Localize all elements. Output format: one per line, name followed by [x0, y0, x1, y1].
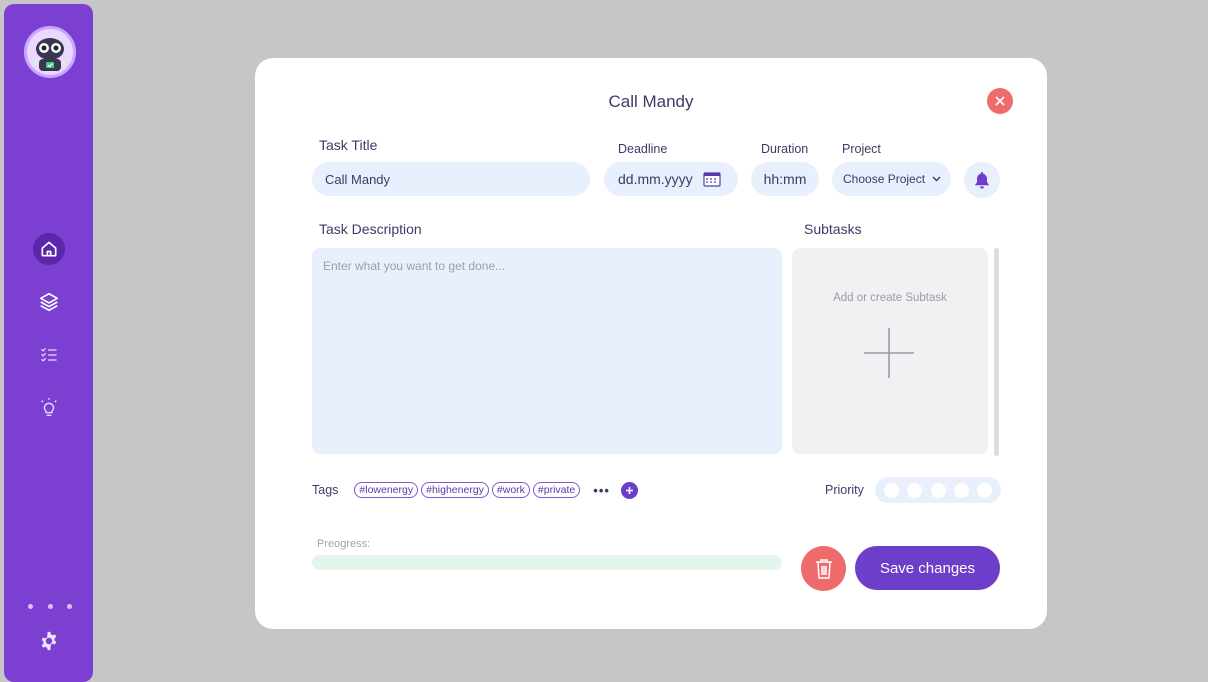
checklist-icon [41, 347, 57, 362]
sidebar-item-ideas[interactable] [33, 392, 65, 424]
add-subtask-area[interactable]: Add or create Subtask [792, 248, 988, 454]
delete-task-button[interactable] [801, 546, 846, 591]
more-tags-button[interactable]: ••• [593, 483, 610, 498]
task-edit-dialog: Call Mandy Task Title Deadline Duration … [255, 58, 1047, 629]
sidebar [4, 4, 93, 682]
priority-dot-5[interactable] [977, 482, 992, 498]
close-button[interactable] [987, 88, 1013, 114]
dialog-title: Call Mandy [608, 92, 694, 111]
subtasks-empty-text: Add or create Subtask [833, 292, 947, 304]
add-tag-button[interactable] [620, 481, 638, 499]
sidebar-item-layers[interactable] [33, 286, 65, 318]
deadline-label: Deadline [618, 142, 668, 156]
sidebar-item-home[interactable] [33, 233, 65, 265]
priority-dot-2[interactable] [907, 482, 923, 498]
tag-chip[interactable]: #private [532, 482, 581, 498]
project-select-value: Choose Project [843, 172, 926, 186]
calendar-icon[interactable] [703, 171, 721, 187]
gear-icon [41, 631, 57, 651]
priority-dot-3[interactable] [930, 482, 946, 498]
task-title-field[interactable]: Call Mandy [312, 162, 590, 196]
subtasks-label: Subtasks [804, 221, 862, 237]
trash-icon [815, 558, 832, 579]
task-description-input[interactable] [312, 248, 782, 454]
subtasks-scrollbar[interactable] [994, 248, 999, 456]
priority-dot-1[interactable] [884, 482, 899, 498]
close-icon [995, 96, 1005, 106]
reminder-button[interactable] [964, 162, 1000, 198]
more-dot [47, 604, 53, 609]
task-title-value: Call Mandy [325, 171, 391, 187]
priority-selector [875, 477, 1001, 503]
sidebar-item-tasks[interactable] [33, 339, 65, 371]
robot-avatar[interactable] [24, 26, 76, 78]
lightbulb-icon [41, 397, 57, 417]
priority-label: Priority [825, 483, 864, 497]
settings-button[interactable] [38, 630, 60, 652]
task-description-label: Task Description [319, 221, 422, 237]
more-dot [28, 604, 33, 609]
save-changes-button[interactable]: Save changes [855, 546, 1000, 590]
tags-row: Tags #lowenergy #highenergy #work #priva… [312, 480, 638, 500]
task-title-label: Task Title [319, 137, 378, 153]
chevron-down-icon [932, 176, 941, 182]
bell-icon [975, 172, 989, 189]
project-select[interactable]: Choose Project [832, 162, 951, 196]
duration-placeholder: hh:mm [763, 171, 807, 187]
more-icon[interactable] [28, 604, 72, 609]
plus-icon [864, 328, 914, 378]
priority-dot-4[interactable] [953, 482, 969, 498]
deadline-field[interactable]: dd.mm.yyyy [604, 162, 738, 196]
progress-label: Preogress: [317, 538, 371, 550]
tags-label: Tags [312, 483, 339, 497]
tag-chip[interactable]: #highenergy [421, 482, 489, 498]
tag-chip[interactable]: #lowenergy [354, 482, 419, 498]
duration-field[interactable]: hh:mm [751, 162, 819, 196]
layers-icon [39, 292, 59, 312]
plus-icon [625, 486, 633, 494]
progress-bar[interactable] [312, 555, 782, 570]
duration-label: Duration [761, 142, 809, 156]
project-label: Project [842, 142, 881, 156]
tag-chip[interactable]: #work [491, 482, 530, 498]
more-dot [67, 604, 72, 609]
deadline-placeholder: dd.mm.yyyy [618, 171, 693, 187]
home-icon [41, 241, 57, 257]
